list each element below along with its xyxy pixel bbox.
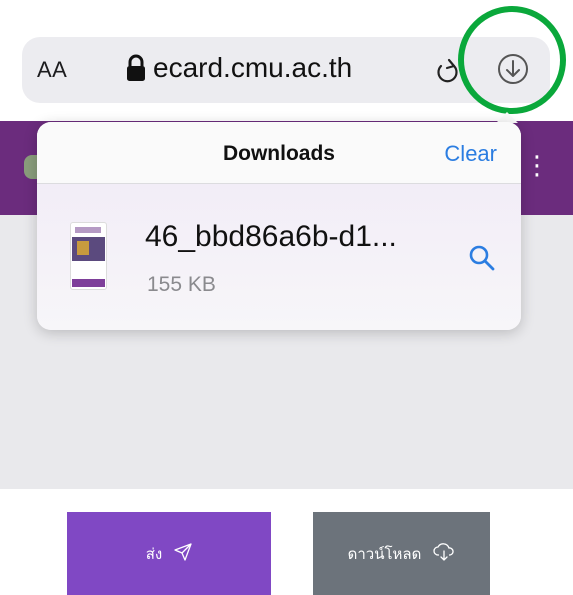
page-menu-dots[interactable]: ⋮ (524, 150, 550, 181)
paper-plane-icon (174, 542, 192, 565)
cloud-download-icon (433, 542, 455, 565)
download-item[interactable]: 46_bbd86a6b-d1... 155 KB (37, 184, 521, 330)
popover-header: Downloads Clear (37, 122, 521, 184)
magnifier-icon[interactable] (468, 244, 496, 277)
text-size-label: AA (37, 57, 68, 82)
lock-icon (125, 54, 147, 87)
downloads-popover: Downloads Clear 46_bbd86a6b-d1... 155 KB (37, 122, 521, 330)
text-size-button[interactable]: AA (37, 57, 67, 83)
download-card-button-label: ดาวน์โหลด (347, 544, 422, 563)
download-file-name: 46_bbd86a6b-d1... (145, 220, 397, 253)
file-thumbnail (70, 222, 107, 290)
page-logo-partial (24, 155, 38, 179)
download-card-button[interactable]: ดาวน์โหลด (313, 512, 490, 595)
clear-button[interactable]: Clear (444, 141, 497, 167)
send-button-label: ส่ง (145, 544, 163, 563)
download-file-size: 155 KB (147, 273, 216, 296)
url-domain[interactable]: ecard.cmu.ac.th (153, 52, 352, 84)
highlight-circle (458, 6, 566, 114)
send-button[interactable]: ส่ง (67, 512, 271, 595)
